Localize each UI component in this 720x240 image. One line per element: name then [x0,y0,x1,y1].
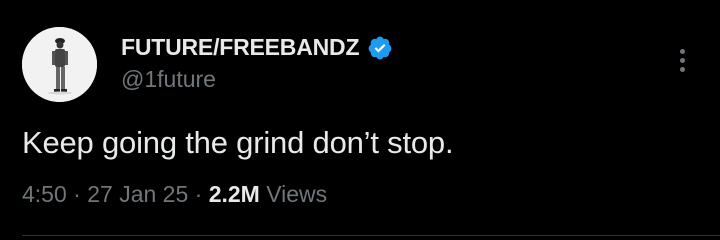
avatar-image [22,27,97,102]
author-name[interactable]: FUTURE/FREEBANDZ [121,34,359,61]
verified-badge-icon [368,36,392,59]
meta-separator: · [66,181,88,207]
tweet-time[interactable]: 4:50 [22,179,67,209]
tweet-text: Keep going the grind don’t stop. [22,125,454,160]
views-count: 2.2M [208,181,260,207]
meta-separator: · [188,181,209,207]
avatar[interactable] [22,27,97,102]
divider [22,235,720,236]
more-options-icon[interactable] [672,44,692,76]
tweet-meta: 4:50 · 27 Jan 25 · 2.2M Views [22,179,327,209]
tweet-card: FUTURE/FREEBANDZ @1future Keep going the… [0,0,720,240]
more-dot [679,48,685,54]
author-name-row: FUTURE/FREEBANDZ [121,34,393,61]
author-handle[interactable]: @1future [121,66,216,93]
more-dot [679,66,685,72]
more-dot [679,57,685,63]
views-label: Views [259,181,328,207]
tweet-date[interactable]: 27 Jan 25 [87,179,188,209]
